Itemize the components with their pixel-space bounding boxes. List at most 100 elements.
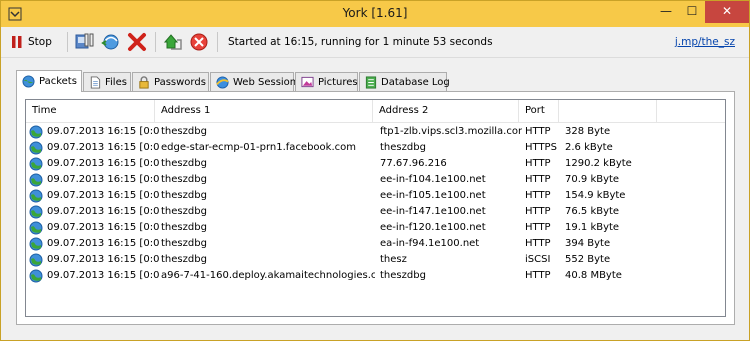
status-text: Started at 16:15, running for 1 minute 5… bbox=[228, 36, 493, 48]
column-header-port[interactable]: Port bbox=[519, 100, 559, 122]
size-cell: 76.5 kByte bbox=[565, 206, 620, 217]
table-row[interactable]: 09.07.2013 16:15 [0:01:11]theszdbg ftp1-z… bbox=[26, 124, 725, 140]
minimize-button[interactable]: — bbox=[653, 1, 679, 23]
tab-label: Web Sessions bbox=[233, 76, 302, 88]
tab-panel: Time Address 1 Address 2 Port 09.07.2013… bbox=[16, 91, 735, 325]
port-cell: HTTP bbox=[525, 238, 551, 249]
size-cell: 394 Byte bbox=[565, 238, 611, 249]
tab-files[interactable]: Files bbox=[83, 72, 131, 91]
address-1-cell: theszdbg bbox=[161, 190, 207, 201]
address-1-cell: theszdbg bbox=[161, 206, 207, 217]
address-2-cell: 77.67.96.216 bbox=[380, 158, 447, 169]
globe-icon bbox=[29, 173, 43, 187]
tab-pictures[interactable]: Pictures bbox=[295, 72, 358, 91]
address-2-cell: thesz bbox=[380, 254, 407, 265]
address-1-cell: theszdbg bbox=[161, 238, 207, 249]
time-cell: 09.07.2013 16:15 [0:01:54] bbox=[47, 270, 159, 281]
tab-label: Pictures bbox=[318, 76, 358, 88]
globe-icon bbox=[29, 141, 43, 155]
address-2-cell: ee-in-f104.1e100.net bbox=[380, 174, 486, 185]
export-button[interactable] bbox=[161, 31, 185, 53]
address-1-cell: theszdbg bbox=[161, 254, 207, 265]
size-cell: 40.8 MByte bbox=[565, 270, 622, 281]
tab-database-log[interactable]: Database Log bbox=[359, 72, 450, 91]
address-2-cell: ftp1-zlb.vips.scl3.mozilla.com bbox=[380, 126, 522, 137]
toolbar: Stop Started at 16:15, running for 1 min… bbox=[1, 27, 749, 58]
time-cell: 09.07.2013 16:15 [0:01:46] bbox=[47, 222, 159, 233]
pause-icon bbox=[12, 36, 22, 48]
packets-list[interactable]: Time Address 1 Address 2 Port 09.07.2013… bbox=[25, 99, 726, 317]
table-row[interactable]: 09.07.2013 16:15 [0:01:46]theszdbg ee-in-… bbox=[26, 172, 725, 188]
port-cell: HTTP bbox=[525, 206, 551, 217]
toolbar-separator bbox=[217, 32, 218, 52]
time-cell: 09.07.2013 16:15 [0:01:46] bbox=[47, 206, 159, 217]
globe-refresh-icon bbox=[101, 34, 119, 50]
table-row[interactable]: 09.07.2013 16:15 [0:01:46]theszdbg ee-in-… bbox=[26, 220, 725, 236]
column-header-size[interactable] bbox=[559, 100, 657, 122]
address-1-cell: theszdbg bbox=[161, 126, 207, 137]
address-2-cell: theszdbg bbox=[380, 142, 426, 153]
time-cell: 09.07.2013 16:15 [0:01:11] bbox=[47, 126, 159, 137]
globe-icon bbox=[29, 253, 43, 267]
toolbar-separator bbox=[67, 32, 68, 52]
address-1-cell: theszdbg bbox=[161, 222, 207, 233]
port-cell: HTTP bbox=[525, 222, 551, 233]
address-2-cell: ea-in-f94.1e100.net bbox=[380, 238, 480, 249]
column-header-time[interactable]: Time bbox=[26, 100, 155, 122]
table-row[interactable]: 09.07.2013 16:15 [0:01:29]edge-star-ecmp… bbox=[26, 140, 725, 156]
tab-web-sessions[interactable]: Web Sessions bbox=[210, 72, 301, 91]
size-cell: 70.9 kByte bbox=[565, 174, 620, 185]
browser-icon bbox=[216, 75, 229, 89]
size-cell: 1290.2 kByte bbox=[565, 158, 632, 169]
address-2-cell: ee-in-f120.1e100.net bbox=[380, 222, 486, 233]
size-cell: 2.6 kByte bbox=[565, 142, 613, 153]
tab-packets[interactable]: Packets bbox=[16, 70, 82, 92]
size-cell: 19.1 kByte bbox=[565, 222, 620, 233]
address-2-cell: ee-in-f147.1e100.net bbox=[380, 206, 486, 217]
table-row[interactable]: 09.07.2013 16:15 [0:01:46]theszdbg ea-in-… bbox=[26, 236, 725, 252]
time-cell: 09.07.2013 16:15 [0:01:29] bbox=[47, 142, 159, 153]
address-2-cell: ee-in-f105.1e100.net bbox=[380, 190, 486, 201]
port-cell: HTTP bbox=[525, 174, 551, 185]
list-header: Time Address 1 Address 2 Port bbox=[26, 100, 725, 123]
delete-button[interactable] bbox=[125, 31, 149, 53]
settings-button[interactable] bbox=[73, 31, 97, 53]
website-link[interactable]: j.mp/the_sz bbox=[675, 36, 735, 48]
tab-label: Database Log bbox=[381, 76, 450, 88]
app-window: York [1.61] — ☐ ✕ Stop Started at 16:15,… bbox=[0, 0, 750, 341]
cancel-button[interactable] bbox=[187, 31, 211, 53]
globe-icon bbox=[29, 205, 43, 219]
time-cell: 09.07.2013 16:15 [0:01:44] bbox=[47, 158, 159, 169]
maximize-button[interactable]: ☐ bbox=[679, 1, 705, 23]
stop-button[interactable]: Stop bbox=[11, 31, 52, 53]
table-row[interactable]: 09.07.2013 16:15 [0:01:46]theszdbg ee-in-… bbox=[26, 204, 725, 220]
column-header-address-1[interactable]: Address 1 bbox=[155, 100, 373, 122]
port-cell: HTTP bbox=[525, 126, 551, 137]
port-cell: HTTP bbox=[525, 190, 551, 201]
title-bar[interactable]: York [1.61] — ☐ ✕ bbox=[1, 1, 749, 27]
file-icon bbox=[90, 75, 101, 89]
tab-passwords[interactable]: Passwords bbox=[132, 72, 209, 91]
column-header-address-2[interactable]: Address 2 bbox=[373, 100, 519, 122]
port-cell: HTTPS bbox=[525, 142, 557, 153]
refresh-network-button[interactable] bbox=[99, 31, 123, 53]
table-row[interactable]: 09.07.2013 16:15 [0:01:46]theszdbg ee-in-… bbox=[26, 188, 725, 204]
size-cell: 328 Byte bbox=[565, 126, 611, 137]
size-cell: 154.9 kByte bbox=[565, 190, 626, 201]
port-cell: iSCSI bbox=[525, 254, 551, 265]
red-x-icon bbox=[128, 33, 146, 51]
globe-icon bbox=[29, 221, 43, 235]
tab-label: Packets bbox=[39, 76, 77, 87]
table-row[interactable]: 09.07.2013 16:15 [0:01:54]a96-7-41-160.d… bbox=[26, 268, 725, 284]
address-1-cell: edge-star-ecmp-01-prn1.facebook.com bbox=[161, 142, 356, 153]
table-row[interactable]: 09.07.2013 16:15 [0:01:44]theszdbg 77.67.… bbox=[26, 156, 725, 172]
globe-icon bbox=[29, 189, 43, 203]
picture-icon bbox=[301, 76, 314, 88]
close-button[interactable]: ✕ bbox=[705, 1, 749, 23]
port-cell: HTTP bbox=[525, 158, 551, 169]
address-2-cell: theszdbg bbox=[380, 270, 426, 281]
table-row[interactable]: 09.07.2013 16:15 [0:01:50]theszdbg thesz i… bbox=[26, 252, 725, 268]
stop-label: Stop bbox=[28, 36, 52, 48]
time-cell: 09.07.2013 16:15 [0:01:46] bbox=[47, 190, 159, 201]
toolbar-separator bbox=[155, 32, 156, 52]
